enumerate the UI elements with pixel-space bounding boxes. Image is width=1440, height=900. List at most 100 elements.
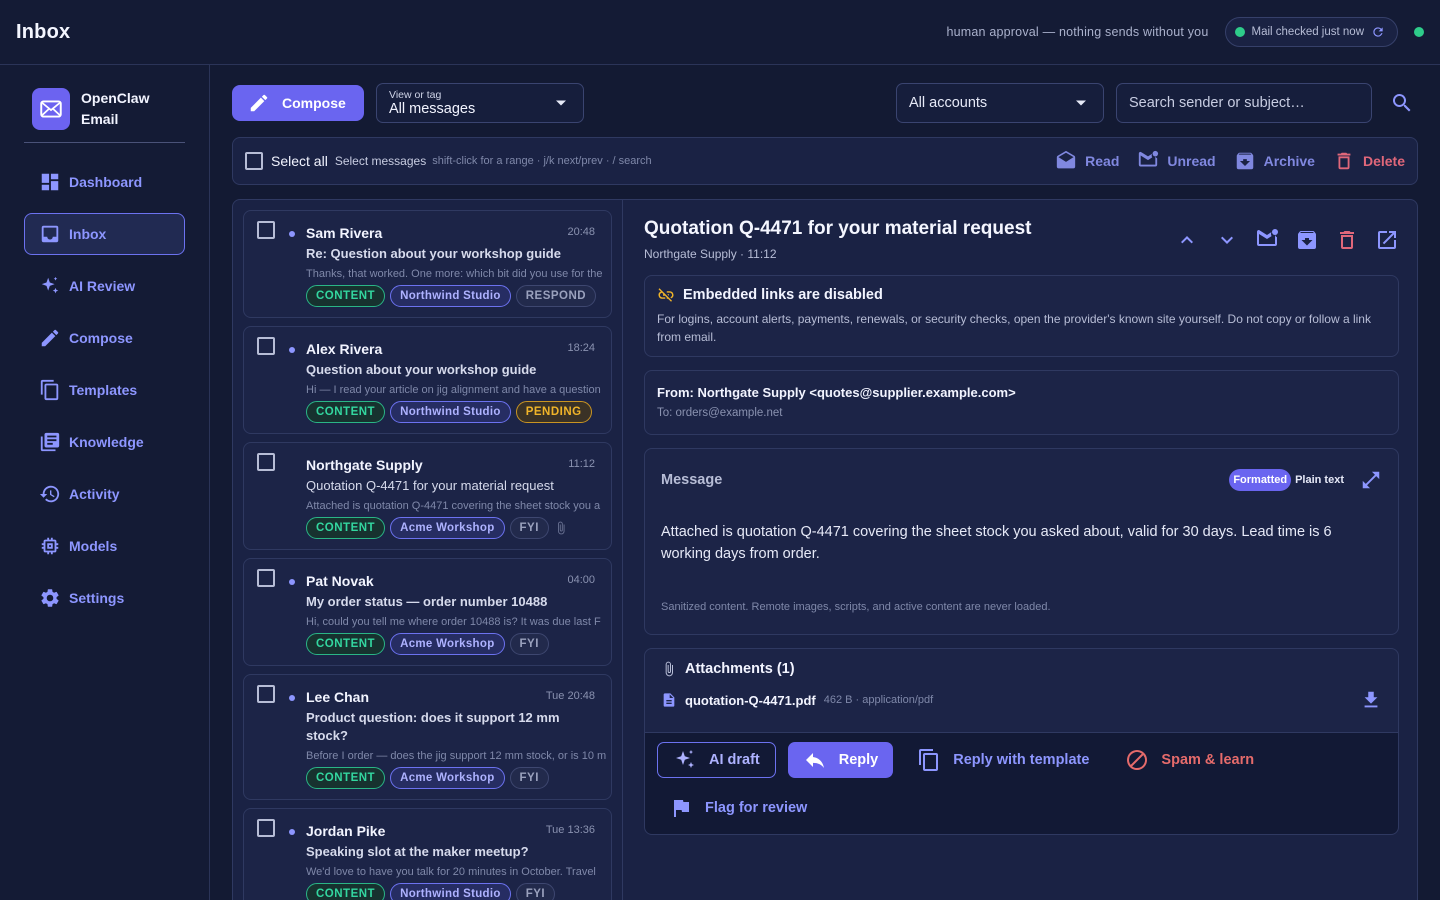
archive-icon <box>1234 150 1256 172</box>
message-card[interactable]: Lee Chan Tue 20:48 Product question: doe… <box>243 674 612 800</box>
view-select-value: All messages <box>389 100 476 117</box>
flag-review-button[interactable]: Flag for review <box>657 790 819 826</box>
sidebar-item-label: Activity <box>69 486 120 502</box>
message-checkbox[interactable] <box>257 221 275 239</box>
mark-read-button[interactable]: Read <box>1055 150 1119 172</box>
sidebar-item-templates[interactable]: Templates <box>24 369 185 411</box>
select-all-checkbox[interactable] <box>245 152 263 170</box>
sparkle-icon <box>673 748 697 772</box>
chevron-up-icon[interactable] <box>1175 228 1199 252</box>
copy-icon <box>917 748 941 772</box>
account-badge[interactable]: Acme Workshop <box>390 633 505 655</box>
account-badge[interactable]: Northwind Studio <box>390 883 511 900</box>
link-off-icon <box>657 286 675 304</box>
unread-dot-icon <box>289 579 295 585</box>
refresh-icon[interactable] <box>1371 25 1385 39</box>
spam-learn-button[interactable]: Spam & learn <box>1113 742 1266 778</box>
tag-badge[interactable]: CONTENT <box>306 767 386 789</box>
mail-status-text: Mail checked just now <box>1251 26 1365 38</box>
connection-status-icon <box>1414 27 1424 37</box>
mail-status-pill[interactable]: Mail checked just now <box>1224 17 1398 47</box>
message-time: 04:00 <box>567 574 595 586</box>
download-icon[interactable] <box>1360 689 1382 711</box>
tag-badge[interactable]: CONTENT <box>306 633 386 655</box>
brand[interactable]: OpenClaw Email <box>24 88 185 143</box>
status-badge[interactable]: RESPOND <box>515 285 597 307</box>
select-all-label[interactable]: Select all <box>271 153 328 169</box>
format-plain-button[interactable]: Plain text <box>1295 474 1344 486</box>
library-icon <box>39 431 61 453</box>
message-checkbox[interactable] <box>257 685 275 703</box>
format-toggle: Formatted Plain text <box>1229 469 1344 491</box>
sidebar-item-compose[interactable]: Compose <box>24 317 185 359</box>
message-card[interactable]: Pat Novak 04:00 My order status — order … <box>243 558 612 666</box>
ai-draft-button[interactable]: AI draft <box>657 742 776 778</box>
message-checkbox[interactable] <box>257 819 275 837</box>
account-select[interactable]: All accounts <box>896 83 1104 123</box>
delete-button[interactable]: Delete <box>1333 150 1405 172</box>
archive-icon[interactable] <box>1295 228 1319 252</box>
to-line: To: orders@example.net <box>657 407 783 419</box>
message-time: 20:48 <box>567 226 595 238</box>
reply-button[interactable]: Reply <box>787 742 894 778</box>
message-card[interactable]: Sam Rivera 20:48 Re: Question about your… <box>243 210 612 318</box>
compose-button[interactable]: Compose <box>232 85 364 121</box>
attachment-icon <box>661 661 677 677</box>
expand-icon[interactable] <box>1360 469 1382 491</box>
search-input[interactable]: Search sender or subject… <box>1116 83 1372 123</box>
message-sender: Sam Rivera <box>306 225 383 241</box>
message-checkbox[interactable] <box>257 453 275 471</box>
search-icon[interactable] <box>1390 91 1414 115</box>
status-badge[interactable]: FYI <box>515 883 556 900</box>
trash-icon <box>1333 150 1355 172</box>
archive-button[interactable]: Archive <box>1234 150 1315 172</box>
mail-logo-icon <box>32 88 70 130</box>
account-badge[interactable]: Acme Workshop <box>390 517 505 539</box>
sidebar-item-models[interactable]: Models <box>24 525 185 567</box>
read-label: Read <box>1085 153 1120 169</box>
attachment-row[interactable]: quotation-Q-4471.pdf 462 B · application… <box>661 689 1382 711</box>
account-badge[interactable]: Acme Workshop <box>390 767 505 789</box>
sidebar-nav: Dashboard Inbox AI Review Compose Templa… <box>24 161 185 619</box>
account-badge[interactable]: Northwind Studio <box>390 285 511 307</box>
message-card[interactable]: Jordan Pike Tue 13:36 Speaking slot at t… <box>243 808 612 900</box>
sidebar-item-inbox[interactable]: Inbox <box>24 213 185 255</box>
mark-unread-icon[interactable] <box>1255 228 1279 252</box>
sidebar-item-knowledge[interactable]: Knowledge <box>24 421 185 463</box>
tag-badge[interactable]: CONTENT <box>306 285 386 307</box>
tag-badge[interactable]: CONTENT <box>306 517 386 539</box>
view-select[interactable]: View or tag All messages <box>376 83 584 123</box>
sidebar-item-label: Settings <box>69 590 125 606</box>
message-list: Sam Rivera 20:48 Re: Question about your… <box>233 200 623 900</box>
message-subject: Product question: does it support 12 mm … <box>306 710 560 743</box>
approval-note: human approval — nothing sends without y… <box>946 25 1209 39</box>
chevron-down-icon[interactable] <box>1215 228 1239 252</box>
format-formatted-button[interactable]: Formatted <box>1229 469 1292 491</box>
sidebar-item-dashboard[interactable]: Dashboard <box>24 161 185 203</box>
tag-badge[interactable]: CONTENT <box>306 401 386 423</box>
status-badge[interactable]: FYI <box>509 517 549 539</box>
warning-text: For logins, account alerts, payments, re… <box>657 312 1371 344</box>
sidebar-item-settings[interactable]: Settings <box>24 577 185 619</box>
message-checkbox[interactable] <box>257 569 275 587</box>
mark-unread-button[interactable]: Unread <box>1137 150 1216 172</box>
message-checkbox[interactable] <box>257 337 275 355</box>
status-badge[interactable]: FYI <box>509 767 549 789</box>
unread-dot-icon <box>289 829 295 835</box>
select-messages-label: Select messages <box>334 154 427 168</box>
sidebar-item-label: Models <box>69 538 118 554</box>
reply-label: Reply <box>838 752 879 768</box>
sidebar-item-ai-review[interactable]: AI Review <box>24 265 185 307</box>
tag-badge[interactable]: CONTENT <box>306 883 386 900</box>
status-badge[interactable]: FYI <box>509 633 549 655</box>
open-external-icon[interactable] <box>1375 228 1399 252</box>
message-card[interactable]: Northgate Supply 11:12 Quotation Q-4471 … <box>243 442 612 550</box>
account-badge[interactable]: Northwind Studio <box>390 401 511 423</box>
top-bar: Inbox human approval — nothing sends wit… <box>0 0 1440 65</box>
sparkle-icon <box>39 275 61 297</box>
trash-icon[interactable] <box>1335 228 1359 252</box>
reply-template-button[interactable]: Reply with template <box>905 742 1101 778</box>
message-card[interactable]: Alex Rivera 18:24 Question about your wo… <box>243 326 612 434</box>
status-badge[interactable]: PENDING <box>515 401 592 423</box>
sidebar-item-activity[interactable]: Activity <box>24 473 185 515</box>
